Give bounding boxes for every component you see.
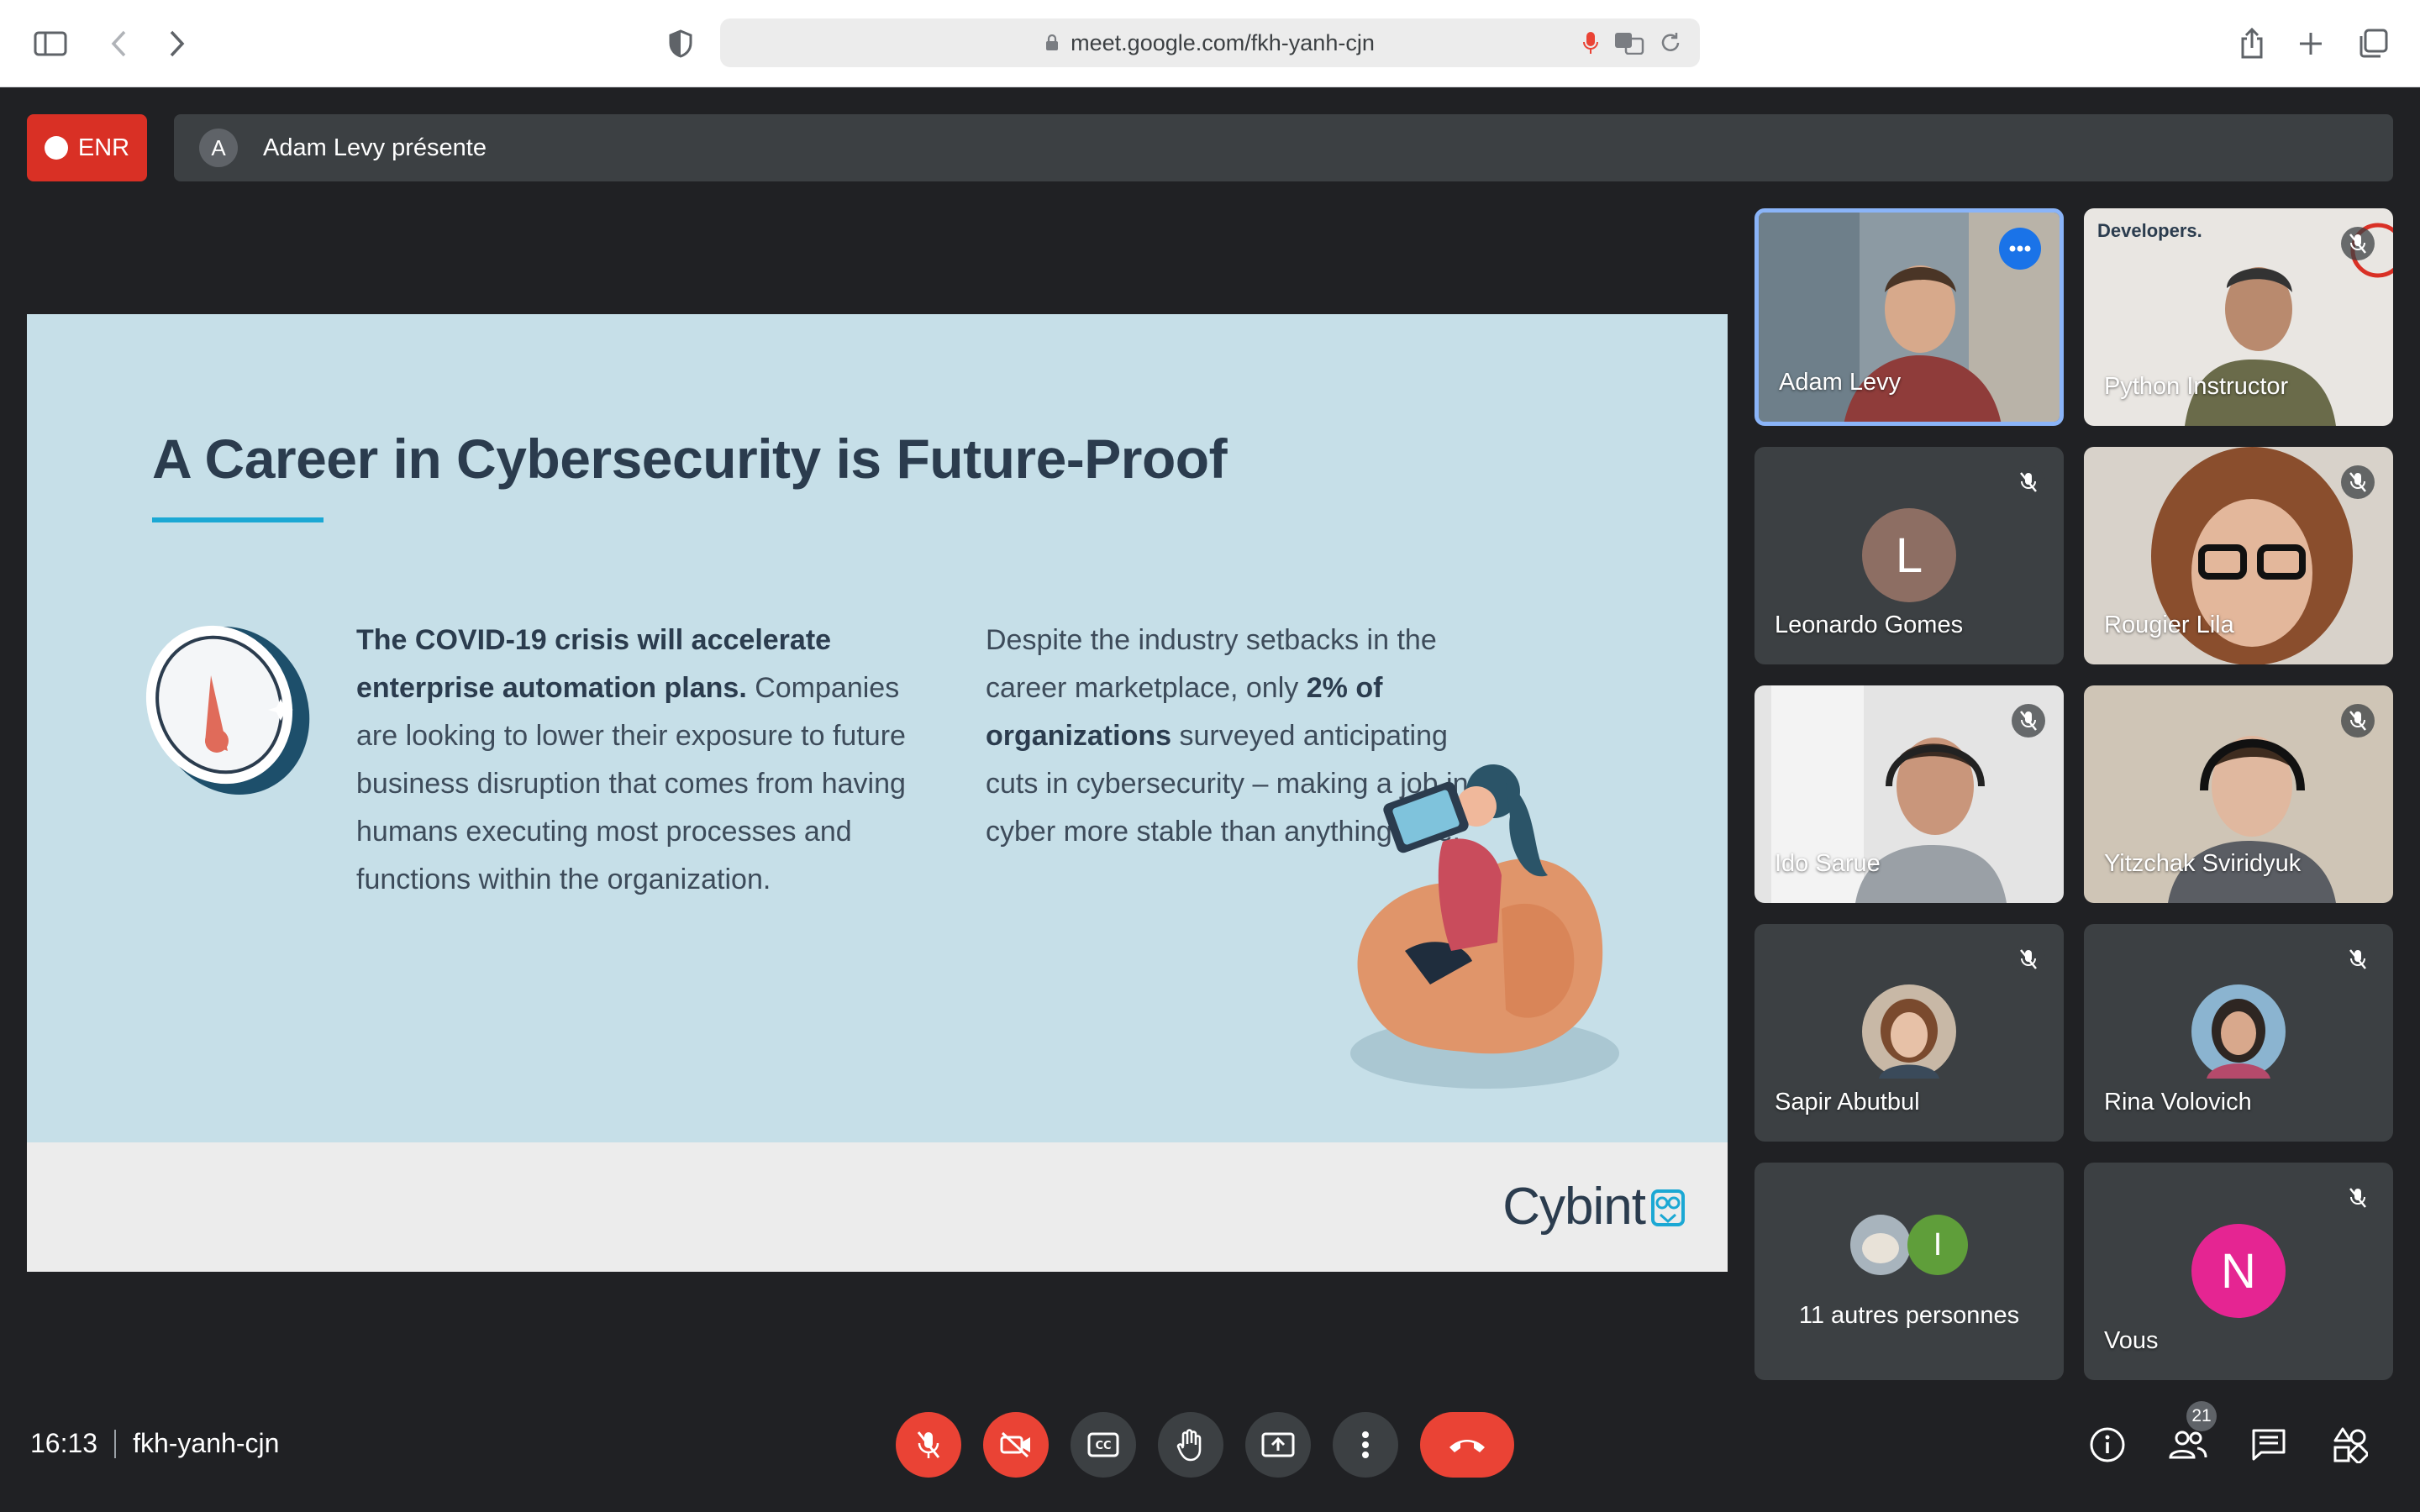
presenting-text: Adam Levy présente	[263, 134, 487, 161]
logo-text: Cybint	[1502, 1178, 1646, 1236]
avatar: L	[1862, 508, 1956, 602]
presenter-avatar: A	[199, 129, 238, 167]
sidebar-toggle-icon[interactable]	[25, 18, 76, 69]
participant-name: 11 autres personnes	[1798, 1302, 2020, 1329]
presentation-slide: A Career in Cybersecurity is Future-Proo…	[27, 314, 1728, 1272]
participant-tile-python-instructor[interactable]: Developers. Python Instructor	[2084, 208, 2393, 426]
avatar: N	[2191, 1224, 2286, 1318]
participant-name: Leonardo Gomes	[1775, 612, 1964, 638]
presenting-bar: A Adam Levy présente	[174, 114, 2393, 181]
more-vert-icon	[1362, 1431, 1369, 1458]
participant-name: Adam Levy	[1779, 369, 1902, 396]
mic-off-icon	[2341, 942, 2375, 976]
chat-icon	[2252, 1429, 2286, 1461]
participant-tile-yitzchak-sviridyuk[interactable]: Yitzchak Sviridyuk	[2084, 685, 2393, 903]
participant-count-badge: 21	[2186, 1401, 2217, 1431]
address-bar[interactable]: meet.google.com/fkh-yanh-cjn	[720, 18, 1700, 67]
hand-icon	[1176, 1429, 1202, 1462]
chat-button[interactable]	[2244, 1420, 2294, 1470]
avatar	[1850, 1215, 1911, 1275]
activities-button[interactable]	[2324, 1420, 2375, 1470]
more-options-icon[interactable]	[1999, 228, 2041, 270]
activities-icon	[2333, 1427, 2368, 1463]
browser-toolbar: meet.google.com/fkh-yanh-cjn	[0, 0, 2420, 87]
present-icon	[1261, 1432, 1295, 1457]
record-dot-icon	[44, 136, 68, 160]
cybint-logo: Cybint	[1502, 1177, 1686, 1236]
back-icon[interactable]	[94, 18, 145, 69]
recording-label: ENR	[77, 134, 130, 161]
microphone-icon[interactable]	[1582, 30, 1599, 55]
meeting-info: 16:13 fkh-yanh-cjn	[30, 1428, 279, 1459]
participants-button[interactable]: 21	[2163, 1401, 2217, 1470]
forward-icon[interactable]	[151, 18, 202, 69]
leave-call-button[interactable]	[1420, 1412, 1514, 1478]
info-icon	[2090, 1427, 2125, 1462]
slide-title: A Career in Cybersecurity is Future-Proo…	[152, 428, 1228, 490]
title-underline	[152, 517, 324, 522]
participant-tile-self[interactable]: N Vous	[2084, 1163, 2393, 1380]
participant-tile-sapir-abutbul[interactable]: Sapir Abutbul	[1754, 924, 2064, 1142]
share-icon[interactable]	[2227, 18, 2277, 69]
lock-icon	[1046, 34, 1059, 50]
recording-badge[interactable]: ENR	[27, 114, 147, 181]
mic-off-icon	[2341, 465, 2375, 499]
owl-logo-icon	[1651, 1189, 1685, 1226]
speedometer-icon	[145, 625, 310, 795]
participant-name: Rougier Lila	[2104, 612, 2234, 638]
mic-off-icon	[917, 1431, 940, 1458]
camera-off-icon	[1000, 1431, 1030, 1458]
participant-tile-rougier-lila[interactable]: Rougier Lila	[2084, 447, 2393, 664]
participant-name: Python Instructor	[2104, 373, 2289, 400]
participant-tile-adam-levy[interactable]: Adam Levy	[1754, 208, 2064, 426]
participant-name: Yitzchak Sviridyuk	[2104, 850, 2302, 877]
camera-toggle-button[interactable]	[983, 1412, 1049, 1478]
left-column-text: The COVID-19 crisis will accelerate ente…	[356, 617, 911, 904]
participant-tile-leonardo-gomes[interactable]: L Leonardo Gomes	[1754, 447, 2064, 664]
captions-icon: CC	[1087, 1432, 1119, 1457]
people-icon	[2169, 1431, 2207, 1459]
tab-overview-icon[interactable]	[2348, 18, 2398, 69]
slide-footer: Cybint	[27, 1142, 1728, 1272]
background-sign-text: Developers.	[2097, 220, 2202, 241]
new-tab-icon[interactable]	[2286, 18, 2336, 69]
mic-off-icon	[2341, 1181, 2375, 1215]
hang-up-icon	[1449, 1440, 1485, 1452]
present-screen-button[interactable]	[1245, 1412, 1311, 1478]
mic-toggle-button[interactable]	[896, 1412, 961, 1478]
privacy-shield-icon[interactable]	[655, 18, 706, 69]
participant-tile-others[interactable]: I 11 autres personnes	[1754, 1163, 2064, 1380]
captions-button[interactable]: CC	[1071, 1412, 1136, 1478]
participant-name: Vous	[2104, 1327, 2159, 1354]
raise-hand-button[interactable]	[1158, 1412, 1223, 1478]
mic-off-icon	[2012, 704, 2045, 738]
avatar	[2191, 984, 2286, 1079]
divider	[114, 1429, 117, 1458]
mic-off-icon	[2341, 227, 2375, 260]
person-beanbag-illustration	[1350, 764, 1619, 1089]
url-text: meet.google.com/fkh-yanh-cjn	[1071, 29, 1375, 55]
translate-icon[interactable]	[1614, 31, 1644, 55]
avatar: I	[1907, 1215, 1968, 1275]
participant-name: Rina Volovich	[2104, 1089, 2252, 1116]
participant-name: Ido Sarue	[1775, 850, 1881, 877]
mic-off-icon	[2012, 942, 2045, 976]
mic-off-icon	[2012, 465, 2045, 499]
reload-icon[interactable]	[1660, 31, 1681, 55]
more-options-button[interactable]	[1333, 1412, 1398, 1478]
participant-tile-rina-volovich[interactable]: Rina Volovich	[2084, 924, 2393, 1142]
avatar	[1862, 984, 1956, 1079]
left-body-text: Companies are looking to lower their exp…	[356, 672, 906, 895]
meeting-details-button[interactable]	[2082, 1420, 2133, 1470]
mic-off-icon	[2341, 704, 2375, 738]
clock-time: 16:13	[30, 1428, 98, 1458]
participant-tile-ido-sarue[interactable]: Ido Sarue	[1754, 685, 2064, 903]
participant-name: Sapir Abutbul	[1775, 1089, 1920, 1116]
meeting-code: fkh-yanh-cjn	[133, 1428, 280, 1458]
svg-text:CC: CC	[1095, 1440, 1111, 1452]
